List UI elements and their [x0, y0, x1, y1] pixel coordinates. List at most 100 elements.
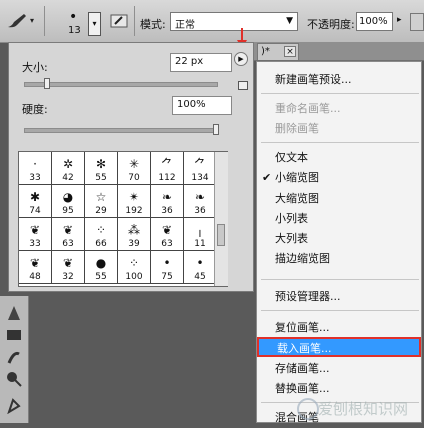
brush-size-value: 13 — [68, 25, 81, 36]
mode-select[interactable]: 正常 ▼ — [170, 12, 298, 31]
menu-item[interactable]: 小列表 — [257, 209, 421, 229]
menu-item[interactable]: 替换画笔... — [257, 379, 421, 399]
brush-thumbnail[interactable]: ✱ 74 — [19, 185, 52, 218]
brush-thumbnail[interactable]: ● 55 — [85, 251, 118, 284]
brush-tip-icon: · — [33, 157, 37, 171]
menu-item-label: 新建画笔预设... — [275, 73, 352, 86]
brush-thumbnail[interactable]: • 75 — [151, 251, 184, 284]
brush-thumbnail[interactable]: ╷ 11 — [184, 218, 217, 251]
brush-size-label: 55 — [95, 272, 107, 282]
tool-preset-arrow-icon[interactable]: ▾ — [30, 16, 34, 25]
brush-size-label: 33 — [29, 239, 41, 249]
brush-tip-icon: ✴ — [128, 190, 140, 204]
dodge-tool-icon[interactable] — [5, 370, 23, 388]
document-tab[interactable]: )* × — [257, 43, 299, 60]
menu-separator — [261, 93, 419, 94]
brush-size-label: 29 — [95, 206, 107, 216]
brush-grid-scrollbar[interactable] — [214, 152, 228, 286]
brush-tip-icon: ❦ — [62, 256, 74, 270]
hardness-slider-thumb[interactable] — [213, 124, 219, 135]
brush-thumbnail[interactable]: · 33 — [19, 152, 52, 185]
hardness-input[interactable]: 100% — [172, 96, 232, 115]
brush-thumbnail[interactable]: ❦ 33 — [19, 218, 52, 251]
brush-thumbnail[interactable]: ⁘ 66 — [85, 218, 118, 251]
brush-thumbnail[interactable]: ✻ 55 — [85, 152, 118, 185]
menu-item-label: 载入画笔... — [277, 342, 332, 355]
menu-item-label: 替换画笔... — [275, 382, 330, 395]
separator — [134, 6, 135, 36]
menu-item[interactable]: 复位画笔... — [257, 318, 421, 338]
menu-item[interactable]: 存储画笔... — [257, 359, 421, 379]
brush-thumbnail[interactable]: ⺈ 112 — [151, 152, 184, 185]
document-tab-bar: )* × — [252, 42, 424, 61]
menu-item[interactable]: 大缩览图 — [257, 189, 421, 209]
check-icon: ✔ — [262, 171, 272, 184]
brush-tip-icon: ◕ — [62, 190, 74, 204]
menu-item[interactable]: 重命名画笔... — [257, 99, 421, 119]
menu-separator — [261, 142, 419, 143]
gradient-tool-icon[interactable] — [5, 326, 23, 344]
brush-thumbnail[interactable]: ⁂ 39 — [118, 218, 151, 251]
new-preset-icon[interactable] — [238, 81, 248, 90]
brush-tip-icon: ✲ — [62, 157, 74, 171]
brush-size-label: 32 — [62, 272, 74, 282]
brush-tip-icon: ⺈ — [193, 157, 206, 171]
size-slider-thumb[interactable] — [44, 78, 51, 89]
brush-panel-toggle-icon[interactable] — [110, 12, 128, 30]
hardness-slider[interactable] — [24, 128, 218, 133]
brush-size-label: 66 — [95, 239, 107, 249]
brush-thumbnail[interactable]: ⁘ 100 — [118, 251, 151, 284]
size-slider[interactable] — [24, 82, 218, 87]
menu-item[interactable]: 预设管理器... — [257, 287, 421, 307]
scrollbar-thumb[interactable] — [217, 224, 225, 246]
menu-item[interactable]: 载入画笔... — [257, 337, 421, 357]
chevron-down-icon: ▼ — [286, 16, 293, 26]
pen-path-tool-icon[interactable] — [5, 396, 23, 414]
opacity-slider-arrow-icon[interactable]: ▸ — [397, 15, 402, 25]
close-icon[interactable]: × — [284, 46, 296, 57]
smudge-tool-icon[interactable] — [5, 348, 23, 366]
panel-menu-button[interactable]: ▶ — [234, 52, 248, 66]
brush-thumbnail[interactable]: ❦ 32 — [52, 251, 85, 284]
menu-item-label: 预设管理器... — [275, 290, 341, 303]
size-input[interactable]: 22 px — [170, 53, 232, 72]
brush-thumbnail[interactable]: ❧ 36 — [184, 185, 217, 218]
brush-thumbnail[interactable]: ✴ 192 — [118, 185, 151, 218]
brush-thumbnail[interactable]: ⺈ 134 — [184, 152, 217, 185]
mode-label: 模式: — [140, 18, 166, 31]
brush-thumbnail[interactable]: ❦ 48 — [19, 251, 52, 284]
brush-size-label: 45 — [194, 272, 206, 282]
watermark-text: 爱刨根知识网 — [318, 400, 409, 418]
menu-item[interactable]: 新建画笔预设... — [257, 70, 421, 90]
airbrush-toggle-button[interactable] — [410, 13, 424, 31]
menu-item[interactable]: 仅文本 — [257, 148, 421, 168]
doc-tab-indicator: )* — [261, 46, 270, 57]
brush-size-label: 55 — [95, 173, 107, 183]
brush-picker-button[interactable]: ▾ — [88, 12, 101, 36]
opacity-input[interactable]: 100% — [356, 12, 393, 31]
menu-separator — [261, 279, 419, 280]
brush-size-label: 112 — [158, 173, 176, 183]
brush-thumbnail[interactable]: • 45 — [184, 251, 217, 284]
brush-thumbnail[interactable]: ◕ 95 — [52, 185, 85, 218]
brush-thumbnail[interactable]: ❧ 36 — [151, 185, 184, 218]
menu-item-label: 重命名画笔... — [275, 102, 341, 115]
pen-tool-icon[interactable] — [5, 304, 23, 322]
hardness-label: 硬度: — [22, 103, 48, 116]
brush-tip-icon: • — [196, 256, 204, 270]
brush-thumbnail[interactable]: ☆ 29 — [85, 185, 118, 218]
separator — [44, 6, 45, 36]
brush-size-label: 63 — [161, 239, 173, 249]
brush-tip-icon: ⁘ — [95, 223, 107, 237]
menu-item[interactable]: 描边缩览图 — [257, 249, 421, 269]
brush-thumbnail[interactable]: ❦ 63 — [52, 218, 85, 251]
menu-item[interactable]: ✔ 小缩览图 — [257, 168, 421, 188]
brush-thumbnail[interactable]: ✲ 42 — [52, 152, 85, 185]
brush-tool-icon[interactable] — [6, 12, 28, 30]
brush-thumbnail[interactable]: ❦ 63 — [151, 218, 184, 251]
opacity-label: 不透明度: — [307, 18, 355, 31]
menu-item[interactable]: 删除画笔 — [257, 119, 421, 139]
brush-thumbnail[interactable]: ✳ 70 — [118, 152, 151, 185]
menu-item-label: 存储画笔... — [275, 362, 330, 375]
menu-item[interactable]: 大列表 — [257, 229, 421, 249]
